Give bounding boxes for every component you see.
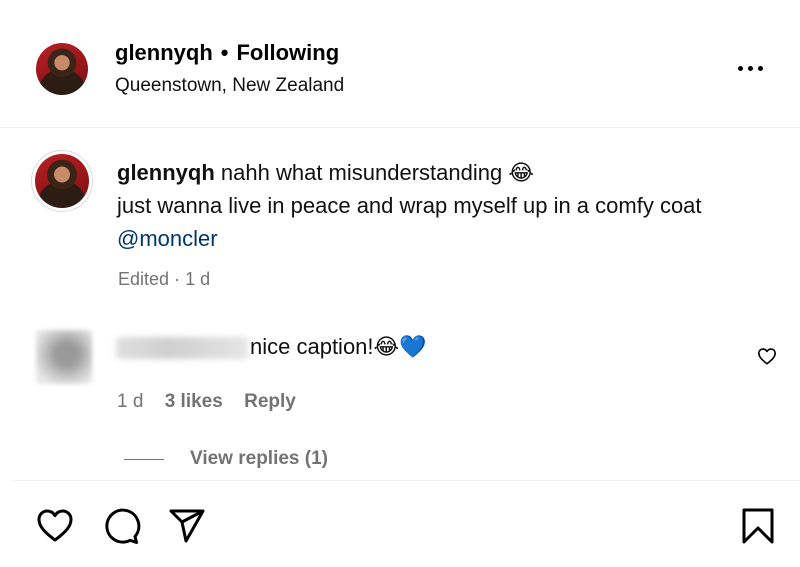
bookmark-icon[interactable] bbox=[738, 506, 778, 546]
caption-meta: Edited · 1 d bbox=[118, 269, 210, 290]
author-avatar[interactable] bbox=[36, 43, 88, 95]
comment-age: 1 d bbox=[117, 391, 144, 412]
heart-icon[interactable] bbox=[35, 506, 75, 546]
following-button[interactable]: Following bbox=[236, 40, 339, 65]
comment-like-heart-icon[interactable] bbox=[757, 347, 777, 365]
post-location[interactable]: Queenstown, New Zealand bbox=[115, 75, 344, 97]
commenter-username-blurred[interactable] bbox=[116, 337, 248, 359]
caption-line-2: just wanna live in peace and wrap myself… bbox=[117, 193, 702, 218]
meta-dot: · bbox=[174, 269, 181, 289]
caption-age: 1 d bbox=[185, 269, 211, 289]
separator-dot: • bbox=[220, 40, 229, 65]
caption-line-1: nahh what misunderstanding 😂 bbox=[220, 160, 535, 185]
post-header: glennyqh • Following Queenstown, New Zeala… bbox=[0, 0, 800, 128]
view-replies-label: View replies (1) bbox=[190, 448, 328, 469]
more-options-icon[interactable] bbox=[738, 60, 770, 76]
post-actions-bar bbox=[0, 500, 800, 550]
comment-likes-count[interactable]: 3 likes bbox=[165, 391, 223, 412]
view-replies-button[interactable]: View replies (1) bbox=[124, 448, 328, 470]
header-user-line: glennyqh • Following bbox=[115, 40, 339, 66]
edited-label: Edited bbox=[118, 269, 170, 289]
author-username[interactable]: glennyqh bbox=[115, 40, 213, 65]
reply-button[interactable]: Reply bbox=[244, 391, 296, 412]
caption-mention[interactable]: @moncler bbox=[117, 226, 218, 251]
actions-divider bbox=[12, 480, 800, 481]
paper-plane-icon[interactable] bbox=[167, 506, 207, 546]
comment-meta: 1 d 3 likes Reply bbox=[117, 391, 296, 413]
comment-bubble-icon[interactable] bbox=[101, 506, 141, 546]
caption-text: glennyqh nahh what misunderstanding 😂 ju… bbox=[117, 156, 777, 255]
replies-line bbox=[124, 458, 164, 460]
commenter-avatar[interactable] bbox=[36, 330, 92, 384]
comment-text: nice caption!😂💙 bbox=[250, 334, 427, 359]
caption-author[interactable]: glennyqh bbox=[117, 160, 215, 185]
caption-author-avatar[interactable] bbox=[35, 154, 89, 208]
